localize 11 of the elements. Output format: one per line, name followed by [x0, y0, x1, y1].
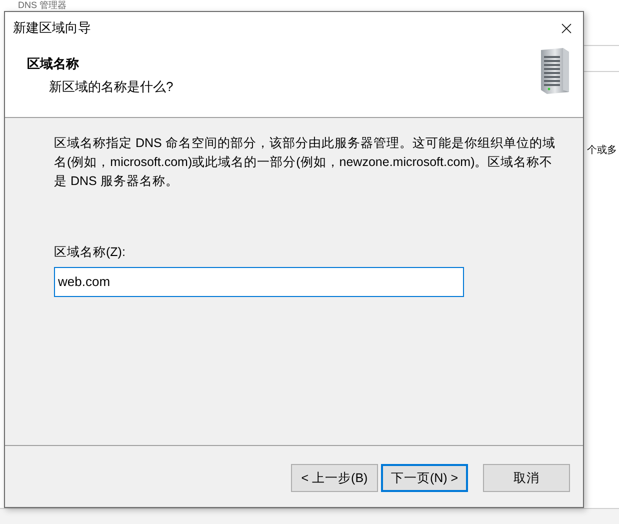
wizard-button[interactable]: < 上一步(B) [291, 464, 378, 492]
window-title: DNS 管理器 [18, 0, 67, 10]
page-title: 区域名称 [27, 55, 80, 73]
description-text: 区域名称指定 DNS 命名空间的部分，该部分由此服务器管理。这可能是你组织单位的域名(例如，microsoft.com)或此域名的一部分(例如，newzone.microsoft.com)。区域名称不是 DNS 服务器名称。 [54, 135, 556, 190]
page-subtitle: 新区域的名称是什么? [48, 78, 174, 96]
wizard-button[interactable]: 取消 [483, 464, 570, 492]
zone-name-field[interactable]: web.com [54, 266, 464, 297]
field-label: 区域名称(Z): [54, 244, 126, 261]
dialog-title: 新建区域向导 [13, 19, 91, 38]
wizard-button[interactable]: 下一页(N) > [381, 464, 468, 492]
body-text: 个或多 [587, 144, 617, 158]
